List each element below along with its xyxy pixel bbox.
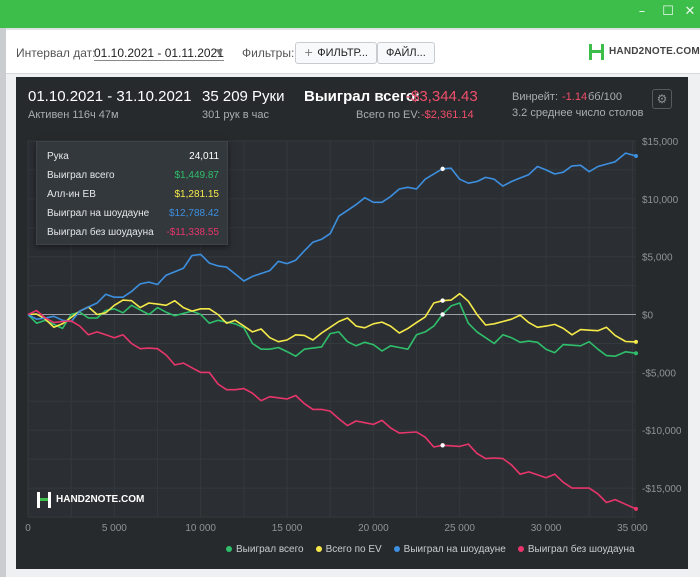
date-interval-label: Интервал дат:	[16, 46, 96, 60]
tooltip-row-value: $1,281.15	[174, 189, 220, 200]
chart-tooltip: Рука 24,011 Выиграл всего $1,449.87 Алл-ин Е…	[36, 141, 228, 245]
series-end-point	[634, 154, 638, 159]
watermark: HAND2NOTE.COM	[36, 492, 145, 508]
tooltip-row: Рука 24,011	[47, 151, 219, 169]
chart-legend: Выиграл всего Всего по EV Выиграл на шоуда…	[226, 544, 647, 555]
legend-marker	[315, 546, 322, 553]
filter-button-label: ФИЛЬТР...	[317, 47, 368, 59]
filter-button[interactable]: + ФИЛЬТР...	[295, 42, 377, 64]
series-end-point	[634, 339, 638, 344]
y-tick-label: -$5,000	[642, 368, 676, 379]
x-tick-label: 20 000	[358, 523, 389, 534]
minimize-icon[interactable]: –	[632, 3, 652, 21]
x-tick-label: 25 000	[444, 523, 475, 534]
y-tick-label: $10,000	[642, 195, 679, 206]
hover-point	[440, 298, 445, 303]
app-titlebar: – ☐ ✕	[0, 0, 700, 28]
legend-marker	[393, 546, 400, 553]
tooltip-row-label: Выиграл всего	[47, 170, 115, 181]
series-end-point	[634, 351, 638, 356]
maximize-icon[interactable]: ☐	[658, 3, 678, 21]
date-interval-select[interactable]: 01.10.2021 - 01.11.2021	[94, 46, 224, 61]
report-panel: Интервал дат: 01.10.2021 - 01.11.2021 ▼ …	[6, 30, 700, 577]
y-tick-label: $15,000	[642, 137, 679, 148]
tooltip-row-label: Рука	[47, 151, 69, 162]
legend-marker	[517, 546, 524, 553]
legend-item[interactable]: Выиграл без шоудауна	[517, 544, 635, 555]
legend-label: Всего по EV	[325, 544, 382, 555]
y-tick-label: -$10,000	[642, 426, 682, 437]
legend-label: Выиграл на шоудауне	[403, 544, 506, 555]
filter-bar: Интервал дат: 01.10.2021 - 01.11.2021 ▼ …	[6, 30, 700, 74]
hover-point	[440, 312, 445, 317]
y-tick-label: -$15,000	[642, 484, 682, 495]
y-tick-label: $0	[642, 311, 654, 322]
x-tick-label: 15 000	[272, 523, 303, 534]
tooltip-row: Выиграл без шоудауна -$11,338.55	[47, 227, 219, 245]
chevron-down-icon[interactable]: ▼	[216, 48, 223, 58]
x-tick-label: 30 000	[531, 523, 562, 534]
legend-item[interactable]: Выиграл всего	[226, 544, 304, 555]
tooltip-row-value: 24,011	[189, 151, 219, 162]
x-tick-label: 35 000	[617, 523, 648, 534]
hand2note-logo-icon	[589, 44, 604, 60]
file-button-label: ФАЙЛ...	[386, 47, 426, 59]
legend-label: Выиграл всего	[236, 544, 304, 555]
y-tick-label: $5,000	[642, 253, 673, 264]
tooltip-row-label: Выиграл без шоудауна	[47, 227, 154, 238]
tooltip-row: Выиграл на шоудауне $12,788.42	[47, 208, 219, 226]
tooltip-row: Выиграл всего $1,449.87	[47, 170, 219, 188]
tooltip-row: Алл-ин ЕВ $1,281.15	[47, 189, 219, 207]
x-tick-label: 10 000	[185, 523, 216, 534]
watermark-text: HAND2NOTE.COM	[56, 494, 145, 505]
tooltip-row-value: $12,788.42	[168, 208, 219, 219]
legend-item[interactable]: Выиграл на шоудауне	[393, 544, 506, 555]
series-end-point	[634, 506, 638, 511]
tooltip-row-label: Выиграл на шоудауне	[47, 208, 150, 219]
hover-point	[440, 443, 445, 448]
x-tick-label: 0	[25, 523, 31, 534]
legend-label: Выиграл без шоудауна	[527, 544, 635, 555]
results-chart-card: 01.10.2021 - 31.10.2021 Активен 116ч 47м…	[16, 77, 688, 569]
tooltip-row-value: -$11,338.55	[166, 227, 219, 238]
x-tick-label: 5 000	[102, 523, 127, 534]
hand2note-watermark-icon	[37, 492, 51, 508]
legend-item[interactable]: Всего по EV	[315, 544, 382, 555]
brand-name: HAND2NOTE.COM	[609, 46, 700, 57]
close-icon[interactable]: ✕	[680, 3, 700, 21]
legend-marker	[226, 546, 232, 553]
tooltip-row-value: $1,449.87	[174, 170, 220, 181]
plus-icon: +	[304, 46, 314, 59]
hover-point	[440, 166, 445, 172]
tooltip-row-label: Алл-ин ЕВ	[47, 189, 96, 200]
file-button[interactable]: ФАЙЛ...	[377, 42, 435, 64]
filters-label: Фильтры:	[242, 46, 295, 60]
